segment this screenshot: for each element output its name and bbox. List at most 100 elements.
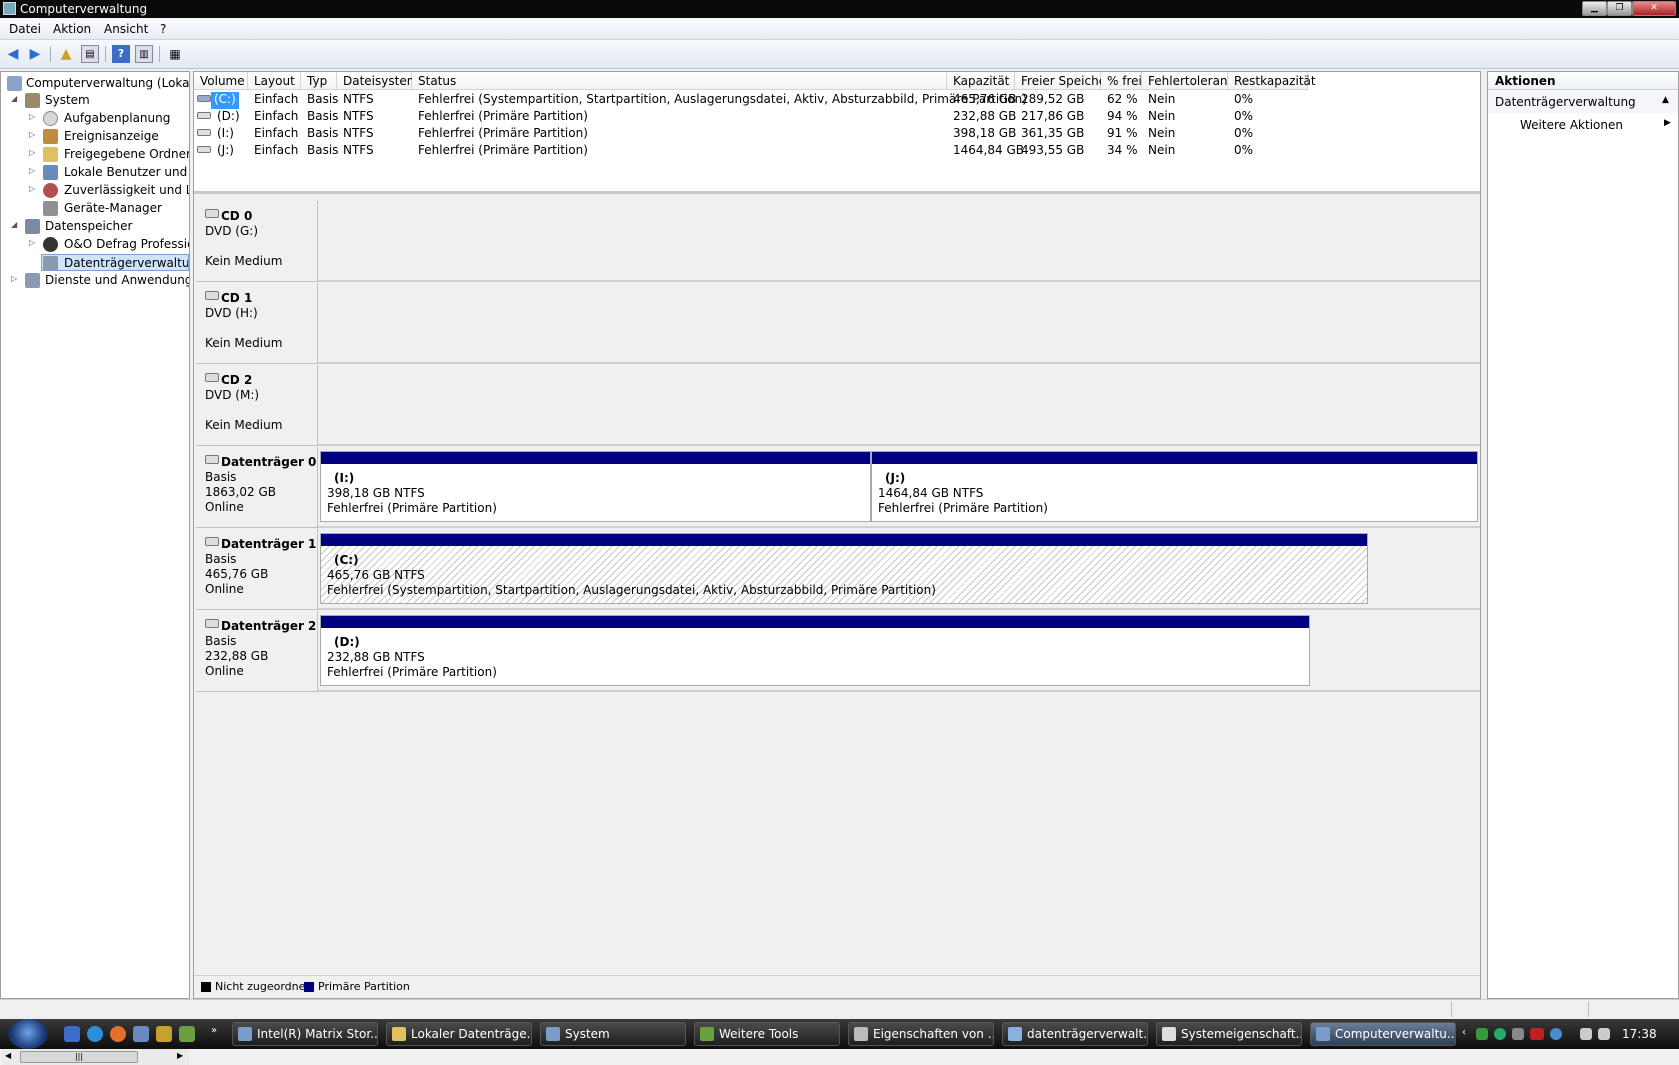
collapse-arrow-icon[interactable]: ◢ [11,94,17,103]
taskbar-item-weitere-tools[interactable]: Weitere Tools [694,1022,840,1046]
tree-item-oo-defrag[interactable]: ▷ O&O Defrag Profession [29,236,189,253]
quicklaunch-app-icon[interactable] [133,1026,149,1042]
tools-icon [25,93,40,108]
expand-arrow-icon[interactable]: ▷ [29,184,35,193]
partition-d[interactable]: (D:) 232,88 GB NTFS Fehlerfrei (Primäre … [320,615,1310,686]
show-hide-tree-icon[interactable]: ▤ [81,45,99,63]
taskbar-item-lokaler-datentraeger[interactable]: Lokaler Datenträge... [386,1022,532,1046]
tree-item-aufgabenplanung[interactable]: ▷ Aufgabenplanung [29,110,189,127]
col-typ[interactable]: Typ [301,72,337,90]
maximize-button[interactable]: ❐ [1607,1,1632,16]
collapse-section-icon[interactable]: ▲ [1662,95,1669,105]
up-folder-icon[interactable]: ▲ [57,45,75,63]
volume-muted-icon[interactable] [1598,1028,1610,1040]
expand-arrow-icon[interactable]: ▷ [29,112,35,121]
col-status[interactable]: Status [412,72,947,90]
tree-item-computerverwaltung[interactable]: Computerverwaltung (Lokal) [5,75,189,92]
properties-icon[interactable]: ▦ [166,45,184,63]
menu-aktion[interactable]: Aktion [53,22,91,36]
table-row[interactable]: (I:) Einfach Basis NTFS Fehlerfrei (Prim… [194,125,1480,142]
minimize-button[interactable]: ▁ [1582,1,1607,16]
taskbar-item-intel[interactable]: Intel(R) Matrix Stor... [232,1022,378,1046]
quicklaunch-app-icon[interactable] [179,1026,195,1042]
taskbar-item-computerverwaltung[interactable]: Computerverwaltu... [1310,1022,1456,1046]
tray-expand-icon[interactable]: ‹ [1462,1027,1466,1038]
tray-icon[interactable] [1550,1028,1562,1040]
firefox-icon[interactable] [110,1026,126,1042]
tray-icon[interactable] [1476,1028,1488,1040]
col-restkapazitaet[interactable]: Restkapazität [1228,72,1316,90]
scroll-right-icon[interactable]: ▶ [177,1051,183,1060]
col-prozent-frei[interactable]: % frei [1101,72,1142,90]
close-button[interactable]: ✕ [1632,1,1676,16]
cd-label-2[interactable]: CD 2 DVD (M:) Kein Medium [196,365,318,446]
menu-ansicht[interactable]: Ansicht [104,22,148,36]
expand-arrow-icon[interactable]: ▷ [29,148,35,157]
start-button[interactable] [8,1019,48,1049]
disk-state: Online [205,500,244,514]
taskbar-item-eigenschaften[interactable]: Eigenschaften von ... [848,1022,994,1046]
tray-icon[interactable] [1512,1028,1524,1040]
cd-name: CD 0 [205,209,252,223]
menu-datei[interactable]: Datei [9,22,41,36]
tree-item-lokale-benutzer[interactable]: ▷ Lokale Benutzer und Gr [29,164,189,181]
network-icon[interactable] [1580,1028,1592,1040]
col-dateisystem[interactable]: Dateisystem [337,72,418,90]
partition-i[interactable]: (I:) 398,18 GB NTFS Fehlerfrei (Primäre … [320,451,871,522]
col-fehlertoleranz[interactable]: Fehlertoleranz [1142,72,1234,90]
actions-section-header[interactable]: Datenträgerverwaltung ▲ [1488,91,1678,113]
more-quicklaunch-icon[interactable]: » [211,1025,217,1036]
disk-label-0[interactable]: Datenträger 0 Basis 1863,02 GB Online [196,447,318,528]
taskbar-item-systemeigenschaften[interactable]: Systemeigenschaft... [1156,1022,1302,1046]
more-actions-item[interactable]: Weitere Aktionen ▶ [1488,114,1678,136]
disk-state: Online [205,582,244,596]
cd-row-2[interactable]: CD 2 DVD (M:) Kein Medium [196,365,1480,446]
show-desktop-icon[interactable] [64,1026,80,1042]
show-hide-action-pane-icon[interactable]: ▥ [135,45,153,63]
scroll-left-icon[interactable]: ◀ [5,1051,11,1060]
disk-label-2[interactable]: Datenträger 2 Basis 232,88 GB Online [196,611,318,692]
ati-tray-icon[interactable] [1530,1028,1544,1040]
taskbar-item-datentraegerverwaltung[interactable]: datenträgerverwalt... [1002,1022,1148,1046]
partition-j[interactable]: (J:) 1464,84 GB NTFS Fehlerfrei (Primäre… [871,451,1478,522]
partition-c[interactable]: (C:) 465,76 GB NTFS Fehlerfrei (Systempa… [320,533,1368,604]
clock[interactable]: 17:38 [1622,1027,1657,1041]
forward-arrow-icon[interactable]: ▶ [26,45,44,63]
tree-item-dienste[interactable]: ▷ Dienste und Anwendungen [11,272,189,289]
tree-item-datenspeicher[interactable]: ◢ Datenspeicher [11,218,189,235]
menu-help[interactable]: ? [160,22,166,36]
tree-item-geraete-manager[interactable]: Geräte-Manager [29,200,189,217]
tree-item-freigegebene-ordner[interactable]: ▷ Freigegebene Ordner [29,146,189,163]
collapse-arrow-icon[interactable]: ◢ [11,220,17,229]
tools-quicklaunch-icon[interactable] [156,1026,172,1042]
tree-item-zuverlaessigkeit[interactable]: ▷ Zuverlässigkeit und Leis [29,182,189,199]
cd-row-1[interactable]: CD 1 DVD (H:) Kein Medium [196,283,1480,364]
table-row[interactable]: (D:) Einfach Basis NTFS Fehlerfrei (Prim… [194,108,1480,125]
disk-label-1[interactable]: Datenträger 1 Basis 465,76 GB Online [196,529,318,610]
table-row[interactable]: (J:) Einfach Basis NTFS Fehlerfrei (Prim… [194,142,1480,159]
scroll-thumb[interactable]: ||| [20,1051,138,1063]
disk-size: 232,88 GB [205,649,269,663]
col-kapazitaet[interactable]: Kapazität [947,72,1015,90]
taskbar-item-system[interactable]: System [540,1022,686,1046]
cd-label-0[interactable]: CD 0 DVD (G:) Kein Medium [196,201,318,282]
cd-label-1[interactable]: CD 1 DVD (H:) Kein Medium [196,283,318,364]
tree-item-system[interactable]: ◢ System [11,92,189,109]
col-volume[interactable]: Volume [194,72,248,90]
tray-icon[interactable] [1494,1028,1506,1040]
expand-arrow-icon[interactable]: ▷ [29,166,35,175]
tree-horizontal-scrollbar[interactable]: ◀ ||| ▶ [2,1048,189,1065]
expand-arrow-icon[interactable]: ▷ [11,274,17,283]
back-arrow-icon[interactable]: ◀ [4,45,22,63]
tree-item-datentraegerverwaltung[interactable]: Datenträgerverwaltung [41,254,189,271]
help-icon[interactable]: ? [112,45,130,63]
computer-management-icon [3,2,16,15]
table-row[interactable]: (C:) Einfach Basis NTFS Fehlerfrei (Syst… [194,91,1480,109]
expand-arrow-icon[interactable]: ▷ [29,130,35,139]
expand-arrow-icon[interactable]: ▷ [29,238,35,247]
cd-row-0[interactable]: CD 0 DVD (G:) Kein Medium [196,201,1480,282]
tree-item-ereignisanzeige[interactable]: ▷ Ereignisanzeige [29,128,189,145]
col-freier-speicher[interactable]: Freier Speicher [1015,72,1111,90]
internet-explorer-icon[interactable] [87,1026,103,1042]
col-layout[interactable]: Layout [248,72,301,90]
